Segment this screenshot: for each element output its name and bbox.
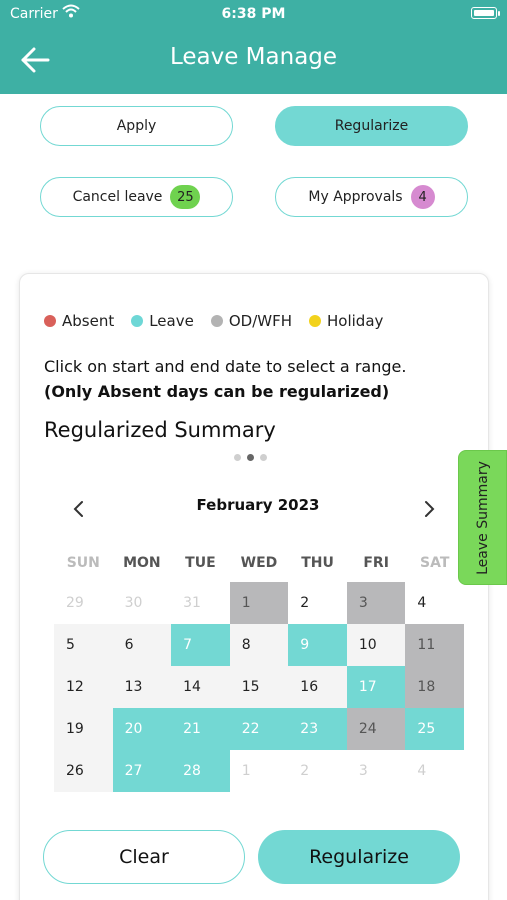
calendar-day[interactable]: 18 — [405, 666, 464, 708]
summary-title: Regularized Summary — [44, 418, 276, 442]
od-wfh-dot — [210, 315, 223, 327]
leave-summary-tab[interactable]: Leave Summary — [458, 450, 507, 585]
instructions: Click on start and end date to select a … — [44, 354, 406, 404]
weekday-label: SAT — [420, 555, 450, 571]
calendar-day[interactable]: 12 — [54, 666, 113, 708]
regularize-label: Regularize — [309, 846, 409, 868]
legend-absent-label: Absent — [62, 312, 115, 330]
cancel-leave-label: Cancel leave — [72, 189, 163, 205]
leave-summary-label: Leave Summary — [474, 460, 491, 575]
absent-dot — [44, 315, 56, 327]
calendar-day[interactable]: 8 — [229, 624, 289, 666]
apply-button[interactable]: Apply — [40, 106, 233, 146]
weekday-label: MON — [123, 555, 161, 571]
legend-holiday-label: Holiday — [327, 312, 384, 330]
calendar-day[interactable]: 24 — [346, 708, 406, 750]
cancel-leave-count-badge: 25 — [170, 185, 201, 209]
legend-leave-label: Leave — [149, 312, 194, 330]
page-title: Leave Manage — [169, 44, 338, 70]
page-indicator — [234, 454, 273, 461]
calendar-day[interactable]: 1 — [229, 582, 289, 624]
calendar-day[interactable]: 21 — [171, 708, 230, 750]
calendar-day: 4 — [405, 750, 464, 792]
calendar-grid: 29 30 31 1 2 3 4 5 6 7 8 9 10 11 12 13 14 15 16 17 18 19 20 21 2… — [54, 582, 464, 792]
page-dot-active[interactable] — [247, 454, 254, 461]
calendar-day[interactable]: 15 — [229, 666, 289, 708]
apply-label: Apply — [116, 118, 157, 134]
calendar-day: 1 — [229, 750, 289, 792]
calendar-day[interactable]: 7 — [171, 624, 230, 666]
calendar-day[interactable]: 20 — [112, 708, 172, 750]
calendar-day[interactable]: 25 — [405, 708, 464, 750]
legend-od-wfh-label: OD/WFH — [228, 312, 292, 330]
calendar-day: 2 — [288, 750, 347, 792]
calendar-day[interactable]: 19 — [54, 708, 113, 750]
holiday-dot — [309, 315, 321, 327]
calendar-day[interactable]: 27 — [112, 750, 172, 792]
calendar-day[interactable]: 4 — [405, 582, 464, 624]
clear-button[interactable]: Clear — [43, 830, 245, 884]
calendar-day[interactable]: 23 — [288, 708, 347, 750]
my-approvals-count-badge: 4 — [410, 185, 435, 209]
my-approvals-button[interactable]: My Approvals 4 — [275, 177, 468, 217]
leave-dot — [131, 315, 144, 327]
regularize-button[interactable]: Regularize — [258, 830, 460, 884]
calendar-day[interactable]: 26 — [54, 750, 113, 792]
calendar-day[interactable]: 6 — [112, 624, 172, 666]
calendar-day[interactable]: 16 — [288, 666, 347, 708]
cancel-leave-button[interactable]: Cancel leave 25 — [40, 177, 233, 217]
weekday-header: SUN MON TUE WED THU FRI SAT — [54, 544, 464, 582]
calendar-card: Absent Leave OD/WFH Holiday Click on sta… — [19, 273, 489, 900]
weekday-label: FRI — [363, 555, 389, 571]
calendar-day[interactable]: 11 — [405, 624, 464, 666]
status-bar: Carrier 6:38 PM — [0, 0, 507, 28]
calendar-day[interactable]: 17 — [346, 666, 406, 708]
calendar-day[interactable]: 22 — [229, 708, 289, 750]
regularize-tab-label: Regularize — [334, 118, 409, 134]
clear-label: Clear — [119, 846, 169, 868]
legend-leave: Leave — [131, 312, 194, 330]
chevron-left-icon[interactable] — [72, 500, 86, 518]
my-approvals-label: My Approvals — [308, 189, 403, 205]
calendar-day[interactable]: 14 — [171, 666, 230, 708]
weekday-label: WED — [240, 555, 278, 571]
legend-holiday: Holiday — [309, 312, 383, 330]
calendar-day: 29 — [54, 582, 113, 624]
chevron-right-icon[interactable] — [422, 500, 436, 518]
legend-absent: Absent — [44, 312, 114, 330]
weekday-label: THU — [301, 555, 334, 571]
calendar-day[interactable]: 2 — [288, 582, 347, 624]
calendar-day[interactable]: 28 — [171, 750, 230, 792]
weekday-label: SUN — [66, 555, 100, 571]
battery-icon — [471, 7, 500, 19]
weekday-label: TUE — [185, 555, 216, 571]
calendar-day: 30 — [112, 582, 172, 624]
calendar: SUN MON TUE WED THU FRI SAT 29 30 31 1 2 3 4 5 6… — [54, 544, 464, 792]
calendar-day[interactable]: 9 — [288, 624, 347, 666]
clock: 6:38 PM — [221, 6, 286, 22]
calendar-day[interactable]: 5 — [54, 624, 113, 666]
regularize-tab-button[interactable]: Regularize — [275, 106, 468, 146]
legend-od-wfh: OD/WFH — [210, 312, 292, 330]
calendar-day: 3 — [346, 750, 406, 792]
instruction-line: Click on start and end date to select a … — [44, 357, 407, 376]
legend: Absent Leave OD/WFH Holiday — [44, 312, 400, 330]
page-dot[interactable] — [260, 454, 267, 461]
page-dot[interactable] — [234, 454, 241, 461]
calendar-day[interactable]: 3 — [346, 582, 406, 624]
instruction-note: (Only Absent days can be regularized) — [44, 382, 390, 401]
calendar-day[interactable]: 10 — [346, 624, 406, 666]
app-header: Carrier 6:38 PM Leave Manage — [0, 0, 507, 94]
calendar-day[interactable]: 13 — [112, 666, 172, 708]
calendar-day: 31 — [171, 582, 230, 624]
